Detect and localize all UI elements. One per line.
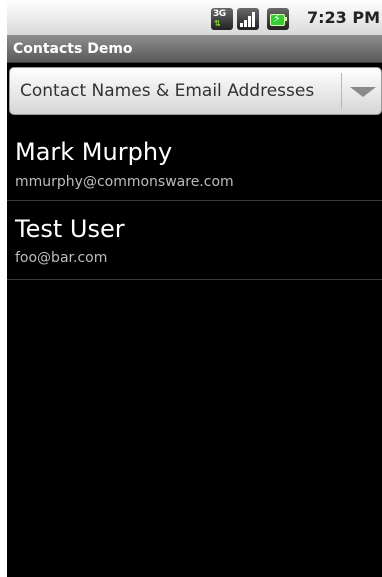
contact-list: Mark Murphy mmurphy@commonsware.com Test… — [7, 120, 382, 280]
spinner-selected-label: Contact Names & Email Addresses — [20, 81, 315, 101]
list-item[interactable]: Test User foo@bar.com — [7, 201, 382, 280]
contact-name: Test User — [15, 215, 125, 243]
phone-screen: 3G ⇅ ⚡ 7:23 PM Contacts Demo Contact Nam… — [7, 0, 382, 577]
app-title: Contacts Demo — [13, 41, 133, 57]
battery-charging-icon: ⚡ — [267, 8, 289, 30]
status-bar: 3G ⇅ ⚡ 7:23 PM — [7, 0, 382, 35]
status-time: 7:23 PM — [306, 8, 380, 27]
contact-email: foo@bar.com — [15, 250, 108, 266]
data-activity-arrows-icon: ⇅ — [214, 19, 221, 28]
charging-bolt-icon: ⚡ — [273, 12, 281, 25]
3g-data-icon: 3G ⇅ — [211, 8, 233, 30]
title-bar: Contacts Demo — [7, 35, 382, 63]
contact-email: mmurphy@commonsware.com — [15, 174, 234, 190]
signal-strength-icon — [237, 8, 259, 30]
list-item[interactable]: Mark Murphy mmurphy@commonsware.com — [7, 120, 382, 201]
contact-name: Mark Murphy — [15, 138, 173, 166]
view-mode-spinner[interactable]: Contact Names & Email Addresses — [9, 67, 382, 115]
network-type-label: 3G — [213, 9, 226, 19]
dropdown-arrow-icon[interactable] — [350, 87, 376, 97]
spinner-divider — [341, 73, 342, 109]
